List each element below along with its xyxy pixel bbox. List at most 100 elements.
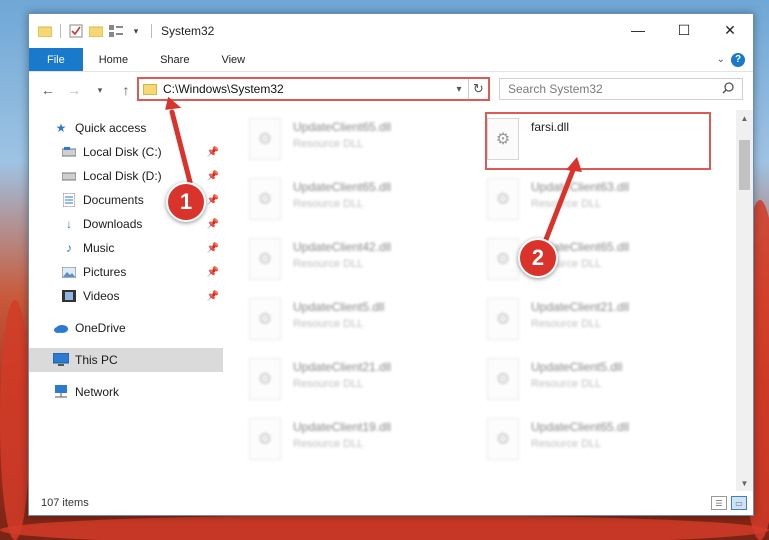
music-icon: ♪: [66, 241, 72, 255]
ribbon-tabs: File Home Share View ⌄ ?: [29, 48, 753, 72]
dll-file-icon: ⚙: [249, 418, 281, 460]
maximize-button[interactable]: ☐: [661, 14, 707, 46]
sidebar-item-label: Quick access: [75, 121, 147, 135]
list-item[interactable]: ⚙ UpdateClient5.dll Resource DLL: [249, 298, 469, 350]
file-name: UpdateClient65.dll: [531, 420, 630, 434]
list-item[interactable]: ⚙ UpdateClient21.dll Resource DLL: [487, 298, 707, 350]
tab-file[interactable]: File: [29, 48, 83, 71]
sidebar-item-pictures[interactable]: Pictures 📌: [29, 260, 223, 284]
item-count: 107 items: [41, 497, 89, 509]
pin-icon[interactable]: 📌: [207, 171, 219, 182]
dll-file-icon: ⚙: [487, 238, 519, 280]
sidebar-item-label: OneDrive: [75, 321, 126, 335]
divider: [60, 24, 61, 38]
step-badge-2: 2: [518, 238, 558, 278]
tab-home[interactable]: Home: [83, 48, 144, 71]
customize-dropdown-icon[interactable]: ▾: [128, 23, 144, 39]
navigation-bar: ← → ▾ ↑ C:\Windows\System32 ▾ ↻ Search S…: [29, 72, 753, 108]
downloads-icon: ↓: [66, 217, 72, 231]
list-item[interactable]: ⚙ UpdateClient21.dll Resource DLL: [249, 358, 469, 410]
list-item[interactable]: ⚙ UpdateClient19.dll Resource DLL: [249, 418, 469, 470]
ribbon-right: ⌄ ?: [717, 48, 753, 71]
drive-icon: [61, 168, 77, 184]
file-name: UpdateClient5.dll: [531, 360, 623, 374]
videos-icon: [61, 288, 77, 304]
file-type: Resource DLL: [293, 138, 364, 150]
minimize-button[interactable]: —: [615, 14, 661, 46]
sidebar-item-local-disk-c[interactable]: Local Disk (C:) 📌: [29, 140, 223, 164]
dll-file-icon: ⚙: [249, 178, 281, 220]
window-title: System32: [161, 24, 215, 38]
file-name: UpdateClient21.dll: [293, 360, 392, 374]
tiles-view-icon[interactable]: ▭: [731, 496, 747, 510]
list-item[interactable]: ⚙ UpdateClient42.dll Resource DLL: [249, 238, 469, 290]
sidebar-item-music[interactable]: ♪ Music 📌: [29, 236, 223, 260]
divider: [151, 24, 152, 38]
expand-ribbon-icon[interactable]: ⌄: [717, 54, 725, 65]
dll-file-icon: ⚙: [487, 178, 519, 220]
list-item[interactable]: ⚙ UpdateClient65.dll Resource DLL: [249, 118, 469, 170]
address-dropdown-icon[interactable]: ▾: [450, 84, 468, 95]
pin-icon[interactable]: 📌: [207, 267, 219, 278]
dll-file-icon: ⚙: [249, 238, 281, 280]
close-button[interactable]: ✕: [707, 14, 753, 46]
scroll-up-icon[interactable]: ▲: [736, 110, 753, 126]
file-name: UpdateClient21.dll: [531, 300, 630, 314]
sidebar-item-network[interactable]: Network: [29, 380, 223, 404]
title-bar: ▾ System32 — ☐ ✕: [29, 14, 753, 48]
sidebar-item-videos[interactable]: Videos 📌: [29, 284, 223, 308]
file-name: UpdateClient19.dll: [293, 420, 392, 434]
file-type: Resource DLL: [293, 378, 364, 390]
details-view-icon[interactable]: ☰: [711, 496, 727, 510]
search-placeholder: Search System32: [508, 82, 603, 96]
sidebar-item-onedrive[interactable]: OneDrive: [29, 316, 223, 340]
list-item[interactable]: ⚙ UpdateClient5.dll Resource DLL: [487, 358, 707, 410]
view-options-icon[interactable]: [108, 23, 124, 39]
file-type: Resource DLL: [293, 438, 364, 450]
pin-icon[interactable]: 📌: [207, 291, 219, 302]
sidebar-item-this-pc[interactable]: This PC: [29, 348, 223, 372]
recent-locations-icon[interactable]: ▾: [89, 79, 111, 101]
sidebar-item-quick-access[interactable]: ★ Quick access: [29, 116, 223, 140]
address-bar[interactable]: C:\Windows\System32 ▾ ↻: [137, 77, 490, 101]
sidebar-item-label: Documents: [83, 193, 144, 207]
pin-icon[interactable]: 📌: [207, 243, 219, 254]
up-arrow-icon[interactable]: ↑: [115, 79, 137, 101]
search-icon[interactable]: [722, 81, 734, 97]
list-item[interactable]: ⚙ UpdateClient65.dll Resource DLL: [487, 418, 707, 470]
pin-icon[interactable]: 📌: [207, 219, 219, 230]
cloud-icon: [53, 320, 69, 336]
file-name: UpdateClient65.dll: [293, 180, 392, 194]
file-highlight-box: [485, 112, 711, 170]
vertical-scrollbar[interactable]: ▲ ▼: [736, 110, 753, 491]
list-item[interactable]: ⚙ UpdateClient65.dll Resource DLL: [249, 178, 469, 230]
pin-icon[interactable]: 📌: [207, 147, 219, 158]
file-type: Resource DLL: [531, 198, 602, 210]
dll-file-icon: ⚙: [487, 418, 519, 460]
help-icon[interactable]: ?: [731, 52, 745, 67]
file-name: UpdateClient42.dll: [293, 240, 392, 254]
network-icon: [53, 384, 69, 400]
file-type: Resource DLL: [293, 258, 364, 270]
sidebar-item-label: This PC: [75, 353, 118, 367]
new-folder-icon[interactable]: [88, 23, 104, 39]
back-arrow-icon[interactable]: ←: [37, 79, 59, 101]
drive-icon: [61, 144, 77, 160]
address-path[interactable]: C:\Windows\System32: [163, 82, 284, 96]
pin-icon[interactable]: 📌: [207, 195, 219, 206]
dll-file-icon: ⚙: [487, 358, 519, 400]
dll-file-icon: ⚙: [249, 118, 281, 160]
forward-arrow-icon[interactable]: →: [63, 79, 85, 101]
quick-access-toolbar: ▾: [29, 23, 155, 39]
tab-share[interactable]: Share: [144, 48, 205, 71]
list-item[interactable]: ⚙ UpdateClient63.dll Resource DLL: [487, 178, 707, 230]
window-controls: — ☐ ✕: [615, 14, 753, 46]
refresh-icon[interactable]: ↻: [468, 79, 488, 99]
scroll-thumb[interactable]: [739, 140, 750, 190]
step-badge-1: 1: [166, 182, 206, 222]
sidebar-item-label: Pictures: [83, 265, 127, 279]
properties-icon[interactable]: [68, 23, 84, 39]
tab-view[interactable]: View: [205, 48, 261, 71]
search-input[interactable]: Search System32: [499, 78, 743, 100]
scroll-down-icon[interactable]: ▼: [736, 475, 753, 491]
